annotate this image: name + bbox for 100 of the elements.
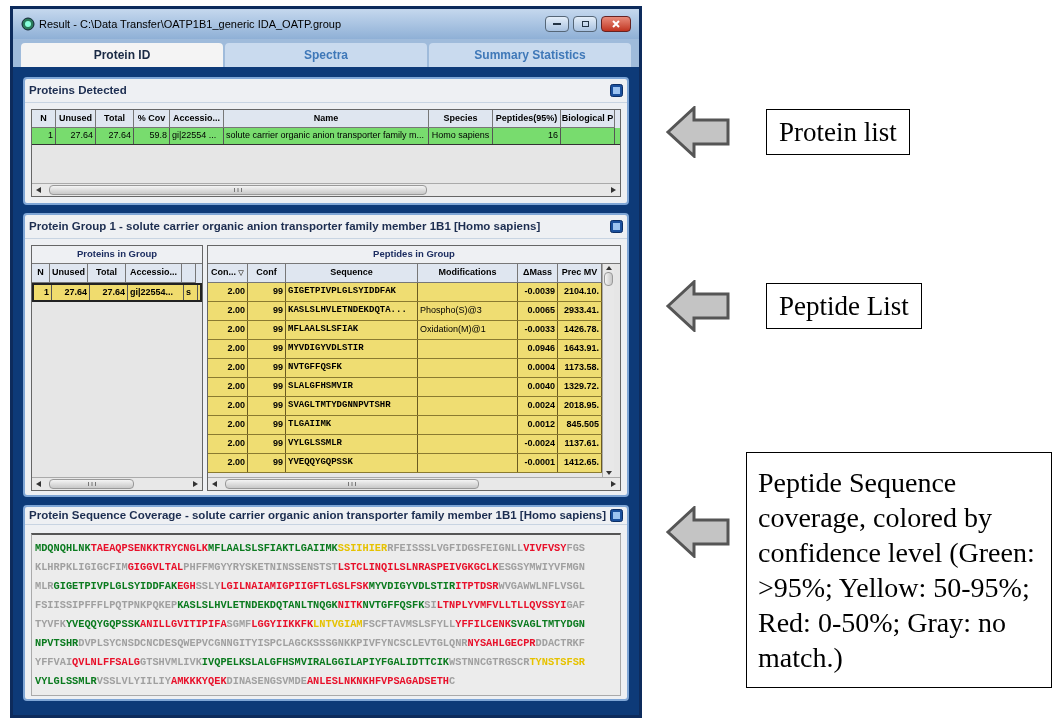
scrollbar-thumb[interactable] <box>225 479 480 489</box>
scroll-right-icon[interactable] <box>611 481 616 487</box>
column-label: Conf <box>256 266 277 280</box>
scroll-left-icon[interactable] <box>212 481 217 487</box>
sequence-text: NYSAHLGECPR <box>467 636 536 652</box>
grip-icon <box>348 482 357 486</box>
window-title: Result - C:\Data Transfer\OATP1B1_generic IDA_OATP.group <box>39 16 343 32</box>
horizontal-scrollbar[interactable] <box>208 477 620 490</box>
table-cell: 2.00 <box>208 397 248 415</box>
table-cell: 2.00 <box>208 454 248 472</box>
scroll-left-icon[interactable] <box>36 187 41 193</box>
column-label: Modifications <box>438 266 497 280</box>
table-cell: 99 <box>248 397 286 415</box>
left-arrow-icon <box>666 506 730 558</box>
minimize-button[interactable] <box>545 16 569 32</box>
scrollbar-thumb[interactable] <box>49 185 427 195</box>
sequence-text: ITPTDSR <box>455 579 499 595</box>
sequence-text: FGS <box>566 541 585 557</box>
sequence-text: VSSLVLYIILIY <box>96 674 171 690</box>
sequence-text: SSIIHIER <box>337 541 388 557</box>
table-cell: SVAGLTMTYDGNNPVTSHR <box>286 397 418 415</box>
panel-title: Protein Group 1 - solute carrier organic anion transporter family member 1B1 [Homo sapiens] <box>29 218 541 234</box>
table-cell: 0.0946 <box>518 340 558 358</box>
sequence-text: RFEISSSLVGFIDGSFEIGNLL <box>387 541 524 557</box>
table-cell: 0.0065 <box>518 302 558 320</box>
sequence-text: WSTNNCGTRGSCR <box>449 655 530 671</box>
sequence-text: VIVFVSY <box>523 541 567 557</box>
table-cell: 27.64 <box>52 285 90 300</box>
table-cell: 27.64 <box>96 128 134 144</box>
table-cell: 99 <box>248 435 286 453</box>
sequence-text: ESGSYMWIYVFMGN <box>498 560 585 576</box>
table-cell: 2.00 <box>208 302 248 320</box>
subtable-title: Peptides in Group <box>208 246 620 264</box>
table-cell: 0.0040 <box>518 378 558 396</box>
table-cell: 27.64 <box>56 128 96 144</box>
minimize-panel-icon[interactable] <box>610 509 623 523</box>
vertical-scrollbar[interactable] <box>602 264 614 477</box>
scroll-right-icon[interactable] <box>611 187 616 193</box>
close-button[interactable] <box>601 16 631 32</box>
sequence-text: NPVTSHR <box>35 636 79 652</box>
sequence-text: YFFILCENK <box>455 617 511 633</box>
scrollbar-thumb[interactable] <box>49 479 134 489</box>
table-cell: -0.0033 <box>518 321 558 339</box>
sequence-text: DVPLSYCNSDCNCDESQWEPVCGNNGITYISPCLAGCKSSSGNKKPIVFYNCSCLEVTGLQNR <box>78 636 468 652</box>
sequence-text: LGILNAIAMIGPIIGFTLGSLFSK <box>220 579 369 595</box>
horizontal-scrollbar[interactable] <box>32 477 202 490</box>
table-cell: 2.00 <box>208 321 248 339</box>
table-row[interactable]: 1 27.64 27.64 59.8 gi|22554 ... solute carrier organic anion transporter family m... Homo sapiens 16 <box>32 128 620 145</box>
sequence-text: SSLY <box>195 579 221 595</box>
table-cell: 99 <box>248 454 286 472</box>
table-cell: 0.0024 <box>518 397 558 415</box>
sequence-text: TYNSTSFSR <box>529 655 585 671</box>
table-cell: NVTGFFQSFK <box>286 359 418 377</box>
table-cell: s <box>184 285 198 300</box>
close-icon <box>612 20 620 28</box>
table-row[interactable]: 1 27.64 27.64 gi|22554... s <box>32 283 202 302</box>
grip-icon <box>87 482 96 486</box>
sequence-text: SVAGLTMTYDGN <box>510 617 585 633</box>
sequence-text: C <box>449 674 456 690</box>
sequence-text: LGGYIIKKFK <box>251 617 314 633</box>
sequence-text: DDACTRKF <box>535 636 585 652</box>
sequence-text: PHFFMGYYRYSKETNINSSENSTST <box>183 560 338 576</box>
app-icon <box>21 17 35 31</box>
table-cell: 99 <box>248 378 286 396</box>
table-cell: 0.0012 <box>518 416 558 434</box>
table-cell: 2.00 <box>208 283 248 301</box>
scrollbar-thumb[interactable] <box>604 272 613 286</box>
minimize-panel-icon[interactable] <box>610 220 623 233</box>
horizontal-scrollbar[interactable] <box>32 183 620 196</box>
table-cell: -0.0039 <box>518 283 558 301</box>
sequence-text: ANILLGVITIPIFA <box>140 617 227 633</box>
table-cell: MFLAALSLSFIAK <box>286 321 418 339</box>
sequence-text: MYVDIGYVDLSTIR <box>368 579 456 595</box>
sequence-text: DINASENGSVMDE <box>226 674 307 690</box>
grip-icon <box>233 188 242 192</box>
table-cell: -0.0024 <box>518 435 558 453</box>
maximize-button[interactable] <box>573 16 597 32</box>
sequence-text: AMKKKYQEK <box>170 674 227 690</box>
table-cell: GIGETPIVPLGLSYIDDFAK <box>286 283 418 301</box>
sequence-text: WVGAWWLNFLVSGL <box>498 579 585 595</box>
scroll-left-icon[interactable] <box>36 481 41 487</box>
table-cell: SLALGFHSMVIR <box>286 378 418 396</box>
sequence-text: QVLNLFFSALG <box>72 655 141 671</box>
callout-label: Peptide List <box>766 282 922 330</box>
tab[interactable]: Protein ID <box>21 43 223 67</box>
table-cell: 1 <box>34 285 52 300</box>
table-cell: VYLGLSSMLR <box>286 435 418 453</box>
sequence-text: GAF <box>566 598 585 614</box>
scroll-right-icon[interactable] <box>193 481 198 487</box>
scroll-down-icon[interactable] <box>605 471 612 475</box>
sequence-text: MFLAALSLSFIAKTLGAIIMK <box>208 541 338 557</box>
scroll-up-icon[interactable] <box>605 266 612 270</box>
table-cell: 99 <box>248 321 286 339</box>
sequence-text: KASLSLHVLETNDEKDQTANLTNQGK <box>177 598 338 614</box>
table-cell: 99 <box>248 416 286 434</box>
left-arrow-icon <box>666 106 730 158</box>
table-cell: 99 <box>248 359 286 377</box>
table-cell: gi|22554... <box>128 285 184 300</box>
column-label: Sequence <box>330 266 373 280</box>
minimize-panel-icon[interactable] <box>610 84 623 97</box>
